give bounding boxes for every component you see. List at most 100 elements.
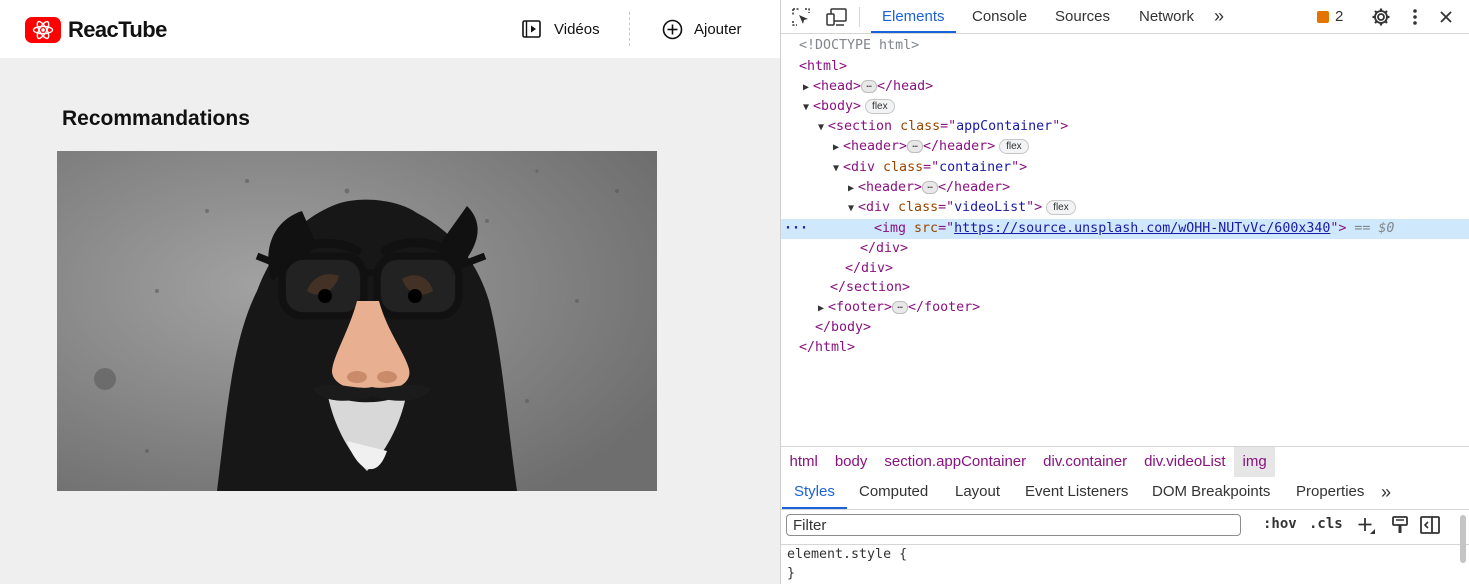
dom-node-section-close[interactable]: </section> — [781, 278, 1469, 298]
ellipsis-badge[interactable]: … — [907, 139, 924, 153]
expand-triangle-icon[interactable]: ▶ — [803, 78, 813, 98]
plus-circle-icon — [661, 18, 683, 40]
nav-videos-label: Vidéos — [554, 20, 600, 38]
dom-node-html-close[interactable]: </html> — [781, 338, 1469, 358]
more-subtabs-chevron-icon[interactable]: » — [1381, 477, 1391, 509]
inspect-element-icon[interactable] — [790, 6, 812, 28]
tab-layout[interactable]: Layout — [955, 477, 1000, 509]
dom-node-div-container[interactable]: ▼ <div class="container"> — [781, 158, 1469, 178]
settings-gear-icon[interactable] — [1370, 6, 1392, 28]
dom-node-div-close[interactable]: </div> — [781, 239, 1469, 259]
tab-elements[interactable]: Elements — [871, 0, 955, 33]
expand-triangle-icon[interactable]: ▶ — [833, 138, 843, 158]
body-open-tag: <body> — [813, 99, 862, 114]
breadcrumb-div-container[interactable]: div.container — [1035, 447, 1136, 477]
more-tabs-chevron-icon[interactable]: » — [1214, 0, 1224, 33]
new-style-rule-plus-icon[interactable] — [1355, 514, 1377, 536]
hover-state-toggle[interactable]: :hov — [1263, 516, 1297, 532]
dom-node-div-close[interactable]: </div> — [781, 259, 1469, 279]
toolbar-separator — [859, 7, 860, 27]
div-open-tag: <div — [858, 200, 891, 215]
nav-add-button[interactable]: Ajouter — [661, 18, 742, 40]
tab-console[interactable]: Console — [972, 0, 1027, 33]
tab-computed[interactable]: Computed — [859, 477, 928, 509]
flex-badge[interactable]: flex — [999, 138, 1029, 154]
header-close-tag: </header> — [923, 139, 996, 154]
dom-node-section[interactable]: ▼ <section class="appContainer"> — [781, 117, 1469, 137]
device-toolbar-icon[interactable] — [826, 6, 848, 28]
nav-divider — [629, 12, 630, 46]
nav-add-label: Ajouter — [694, 20, 742, 38]
element-style-selector[interactable]: element.style { — [787, 545, 907, 565]
tab-styles[interactable]: Styles — [782, 477, 847, 509]
issues-count: 2 — [1335, 8, 1344, 25]
close-devtools-icon[interactable] — [1435, 6, 1457, 28]
dom-node-footer[interactable]: ▶ <footer>… </footer> — [781, 298, 1469, 318]
attr-value: videoList — [954, 200, 1027, 215]
more-options-kebab-icon[interactable] — [1404, 6, 1426, 28]
attr-name: class — [898, 200, 939, 215]
tab-properties[interactable]: Properties — [1296, 477, 1364, 509]
toggle-sidebar-icon[interactable] — [1419, 514, 1441, 536]
tab-event-listeners[interactable]: Event Listeners — [1025, 477, 1128, 509]
expand-triangle-icon[interactable]: ▶ — [818, 299, 828, 319]
section-title: Recommandations — [62, 107, 250, 130]
class-toggle[interactable]: .cls — [1309, 516, 1343, 532]
video-play-icon — [521, 18, 543, 40]
selected-node-marker: == $0 — [1354, 221, 1395, 236]
breadcrumb-section[interactable]: section.appContainer — [876, 447, 1035, 477]
dom-node-body[interactable]: ▼ <body> flex — [781, 97, 1469, 117]
dom-node-inner-header[interactable]: ▶ <header>… </header> — [781, 178, 1469, 198]
breadcrumb: html body section.appContainer div.conta… — [781, 446, 1469, 478]
styles-scrollbar[interactable] — [1460, 515, 1466, 563]
collapse-triangle-icon[interactable]: ▼ — [848, 199, 858, 219]
react-logo-icon — [25, 17, 61, 43]
section-close-tag: </section> — [830, 280, 911, 295]
logo[interactable]: ReacTube — [25, 17, 167, 43]
breadcrumb-img[interactable]: img — [1234, 447, 1276, 477]
attr-name: class — [900, 119, 941, 134]
header-open-tag: <header> — [843, 139, 908, 154]
collapse-triangle-icon[interactable]: ▼ — [803, 98, 813, 118]
breadcrumb-body[interactable]: body — [826, 447, 876, 477]
dom-node-div-videolist[interactable]: ▼ <div class="videoList"> flex — [781, 198, 1469, 218]
tab-network[interactable]: Network — [1139, 0, 1194, 33]
tab-sources[interactable]: Sources — [1055, 0, 1110, 33]
ellipsis-badge[interactable]: … — [922, 180, 939, 194]
nav-videos-button[interactable]: Vidéos — [521, 18, 600, 40]
dom-node-img-selected[interactable]: ··· <img src="https://source.unsplash.com… — [781, 219, 1469, 239]
dom-node-header[interactable]: ▶ <header>… </header> flex — [781, 137, 1469, 157]
video-thumbnail[interactable] — [57, 151, 657, 491]
breadcrumb-html[interactable]: html — [781, 447, 826, 477]
dom-node-body-close[interactable]: </body> — [781, 318, 1469, 338]
dom-node-html[interactable]: <html> — [781, 57, 1469, 77]
element-style-close-brace: } — [787, 566, 796, 581]
ellipsis-badge[interactable]: … — [892, 300, 909, 314]
node-actions-dots-icon[interactable]: ··· — [784, 219, 808, 239]
dom-node-head[interactable]: ▶ <head>… </head> — [781, 77, 1469, 97]
attr-value: container — [939, 160, 1012, 175]
expand-triangle-icon[interactable]: ▶ — [848, 179, 858, 199]
breadcrumb-div-videolist[interactable]: div.videoList — [1136, 447, 1234, 477]
img-src-link[interactable]: https://source.unsplash.com/wOHH-NUTvVc/… — [954, 221, 1330, 236]
styles-filter-input[interactable] — [786, 514, 1241, 536]
element-state-paint-icon[interactable] — [1389, 514, 1411, 536]
tab-dom-breakpoints[interactable]: DOM Breakpoints — [1152, 477, 1270, 509]
body-close-tag: </body> — [815, 320, 872, 335]
ellipsis-badge[interactable]: … — [861, 79, 878, 93]
collapse-triangle-icon[interactable]: ▼ — [833, 159, 843, 179]
doctype-text: <!DOCTYPE html> — [799, 38, 920, 53]
collapse-triangle-icon[interactable]: ▼ — [818, 118, 828, 138]
footer-close-tag: </footer> — [908, 300, 981, 315]
flex-badge[interactable]: flex — [865, 98, 895, 114]
attr-name: class — [883, 160, 924, 175]
dom-node-doctype[interactable]: <!DOCTYPE html> — [781, 36, 1469, 56]
styles-toolbar: :hov .cls — [781, 510, 1469, 545]
devtools-toolbar: Elements Console Sources Network » 2 — [781, 0, 1469, 34]
div-close-tag: </div> — [845, 261, 894, 276]
html-open-tag: <html> — [799, 59, 848, 74]
head-open-tag: <head> — [813, 79, 862, 94]
issues-counter[interactable]: 2 — [1317, 8, 1343, 25]
flex-badge[interactable]: flex — [1046, 199, 1076, 215]
attr-value: appContainer — [956, 119, 1053, 134]
